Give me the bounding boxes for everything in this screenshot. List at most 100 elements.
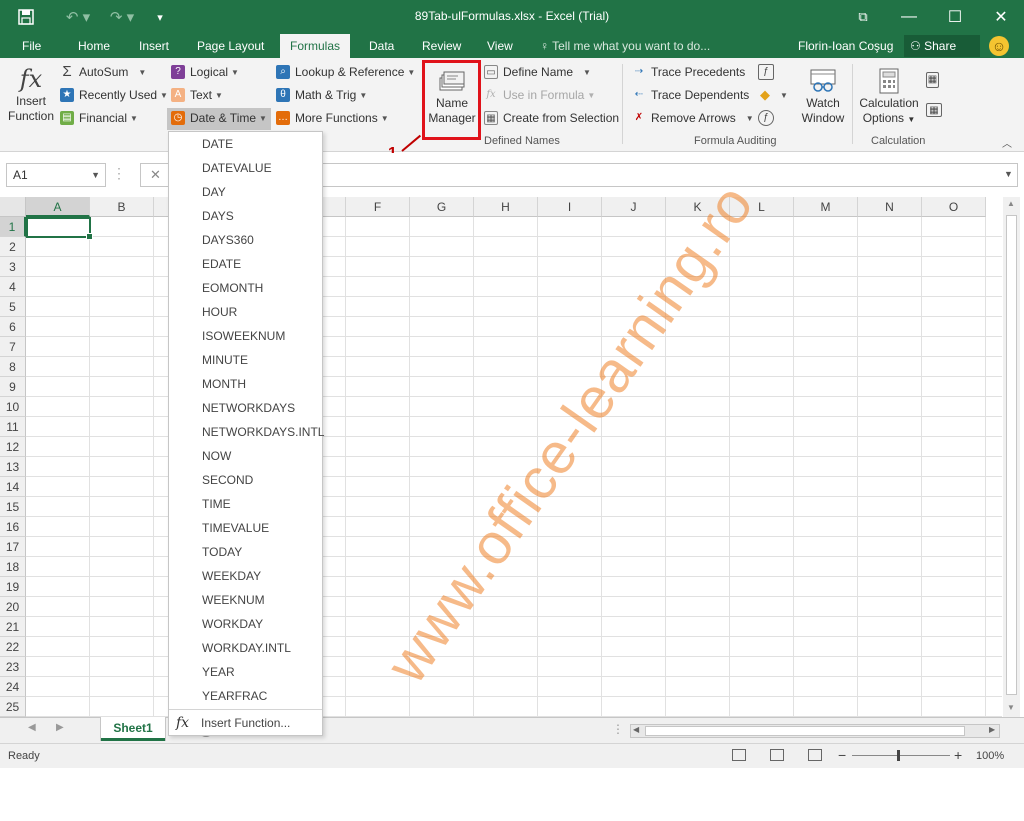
row-header-15[interactable]: 15	[0, 497, 26, 517]
menu-item-weeknum[interactable]: WEEKNUM	[169, 588, 322, 612]
cancel-icon[interactable]: ✕	[150, 167, 161, 183]
column-header-h[interactable]: H	[474, 197, 538, 217]
ribbon-display-options-icon[interactable]: ⧉	[840, 0, 886, 34]
menu-item-month[interactable]: MONTH	[169, 372, 322, 396]
autosum-button[interactable]: Σ AutoSum ▼	[60, 62, 146, 82]
row-header-11[interactable]: 11	[0, 417, 26, 437]
zoom-slider-thumb[interactable]	[897, 750, 900, 761]
row-header-9[interactable]: 9	[0, 377, 26, 397]
row-header-4[interactable]: 4	[0, 277, 26, 297]
zoom-slider-track[interactable]	[852, 755, 950, 756]
column-header-l[interactable]: L	[730, 197, 794, 217]
normal-view-icon[interactable]	[732, 749, 746, 761]
calculate-now-icon[interactable]: ▦	[926, 70, 944, 90]
define-name-button[interactable]: ▭ Define Name ▼	[484, 62, 591, 82]
menu-item-time[interactable]: TIME	[169, 492, 322, 516]
menu-item-yearfrac[interactable]: YEARFRAC	[169, 684, 322, 708]
maximize-button[interactable]: ☐	[932, 0, 978, 34]
create-from-selection-button[interactable]: ▦ Create from Selection	[484, 108, 619, 128]
menu-item-timevalue[interactable]: TIMEVALUE	[169, 516, 322, 540]
menu-item-now[interactable]: NOW	[169, 444, 322, 468]
menu-item-today[interactable]: TODAY	[169, 540, 322, 564]
date-time-button[interactable]: ◷ Date & Time ▼	[171, 108, 267, 128]
menu-item-minute[interactable]: MINUTE	[169, 348, 322, 372]
sheet-prev-icon[interactable]: ◀	[28, 722, 36, 733]
column-header-o[interactable]: O	[922, 197, 986, 217]
row-header-19[interactable]: 19	[0, 577, 26, 597]
row-header-25[interactable]: 25	[0, 697, 26, 717]
tab-page-layout[interactable]: Page Layout	[195, 34, 266, 58]
more-functions-button[interactable]: … More Functions ▼	[276, 108, 389, 128]
collapse-ribbon-icon[interactable]: ︿	[1002, 135, 1012, 150]
active-cell-a1[interactable]	[26, 217, 93, 240]
page-layout-view-icon[interactable]	[770, 749, 784, 761]
row-header-21[interactable]: 21	[0, 617, 26, 637]
tab-file[interactable]: File	[20, 34, 43, 58]
row-header-22[interactable]: 22	[0, 637, 26, 657]
row-header-14[interactable]: 14	[0, 477, 26, 497]
tab-formulas[interactable]: Formulas	[280, 34, 351, 58]
menu-item-date[interactable]: DATE	[169, 132, 322, 156]
row-header-17[interactable]: 17	[0, 537, 26, 557]
use-in-formula-button[interactable]: fx Use in Formula ▼	[484, 85, 595, 105]
menu-item-networkdays-intl[interactable]: NETWORKDAYS.INTL	[169, 420, 324, 444]
tab-insert[interactable]: Insert	[137, 34, 171, 58]
evaluate-formula-icon[interactable]: ƒ	[758, 108, 779, 128]
insert-function-menu-item[interactable]: fx Insert Function...	[169, 709, 322, 735]
error-checking-icon[interactable]: ◆ ▼	[758, 85, 788, 105]
column-header-j[interactable]: J	[602, 197, 666, 217]
vertical-scroll-thumb[interactable]	[1006, 215, 1017, 695]
row-header-6[interactable]: 6	[0, 317, 26, 337]
row-header-5[interactable]: 5	[0, 297, 26, 317]
sheet-tab-sheet1[interactable]: Sheet1	[101, 717, 165, 741]
scroll-left-icon[interactable]: ◀	[633, 725, 639, 734]
zoom-in-button[interactable]: +	[954, 747, 962, 763]
financial-button[interactable]: ▤ Financial ▼	[60, 108, 138, 128]
row-header-24[interactable]: 24	[0, 677, 26, 697]
recently-used-button[interactable]: ★ Recently Used ▼	[60, 85, 168, 105]
tab-review[interactable]: Review	[420, 34, 463, 58]
close-button[interactable]: ✕	[978, 0, 1024, 34]
share-button[interactable]: ⚇ Share	[904, 35, 980, 57]
row-header-1[interactable]: 1	[0, 217, 26, 237]
tab-split-icon[interactable]: ⋮	[612, 722, 624, 736]
page-break-view-icon[interactable]	[808, 749, 822, 761]
tab-data[interactable]: Data	[367, 34, 396, 58]
menu-item-eomonth[interactable]: EOMONTH	[169, 276, 322, 300]
zoom-level[interactable]: 100%	[976, 750, 1004, 762]
column-header-f[interactable]: F	[346, 197, 410, 217]
row-header-3[interactable]: 3	[0, 257, 26, 277]
column-header-g[interactable]: G	[410, 197, 474, 217]
feedback-smiley-icon[interactable]: ☺	[989, 36, 1009, 56]
row-header-16[interactable]: 16	[0, 517, 26, 537]
worksheet-grid[interactable]: ABCDEFGHIJKLMNO1234567891011121314151617…	[0, 197, 1002, 717]
lookup-reference-button[interactable]: ⌕ Lookup & Reference ▼	[276, 62, 415, 82]
scroll-down-icon[interactable]: ▼	[1007, 703, 1015, 712]
row-header-23[interactable]: 23	[0, 657, 26, 677]
trace-precedents-button[interactable]: ⇢ Trace Precedents	[632, 62, 745, 82]
calculation-options-button[interactable]: Calculation Options ▼	[857, 66, 921, 127]
text-button[interactable]: A Text ▼	[171, 85, 223, 105]
column-header-a[interactable]: A	[26, 197, 90, 217]
show-formulas-icon[interactable]: ƒ	[758, 62, 779, 82]
row-header-7[interactable]: 7	[0, 337, 26, 357]
horizontal-scroll-thumb[interactable]	[645, 726, 965, 736]
name-box[interactable]: A1 ▼	[6, 163, 106, 187]
column-header-i[interactable]: I	[538, 197, 602, 217]
menu-item-networkdays[interactable]: NETWORKDAYS	[169, 396, 322, 420]
menu-item-second[interactable]: SECOND	[169, 468, 322, 492]
row-header-20[interactable]: 20	[0, 597, 26, 617]
minimize-button[interactable]: —	[886, 0, 932, 34]
tell-me-box[interactable]: ♀ Tell me what you want to do...	[540, 34, 710, 58]
select-all-corner[interactable]	[0, 197, 26, 217]
zoom-out-button[interactable]: −	[838, 747, 846, 763]
column-header-m[interactable]: M	[794, 197, 858, 217]
menu-item-year[interactable]: YEAR	[169, 660, 322, 684]
row-header-8[interactable]: 8	[0, 357, 26, 377]
sheet-next-icon[interactable]: ▶	[56, 722, 64, 733]
expand-formula-bar-icon[interactable]: ▼	[1004, 169, 1013, 179]
menu-item-days[interactable]: DAYS	[169, 204, 322, 228]
remove-arrows-button[interactable]: ✗ Remove Arrows ▼	[632, 108, 754, 128]
column-header-b[interactable]: B	[90, 197, 154, 217]
row-header-13[interactable]: 13	[0, 457, 26, 477]
